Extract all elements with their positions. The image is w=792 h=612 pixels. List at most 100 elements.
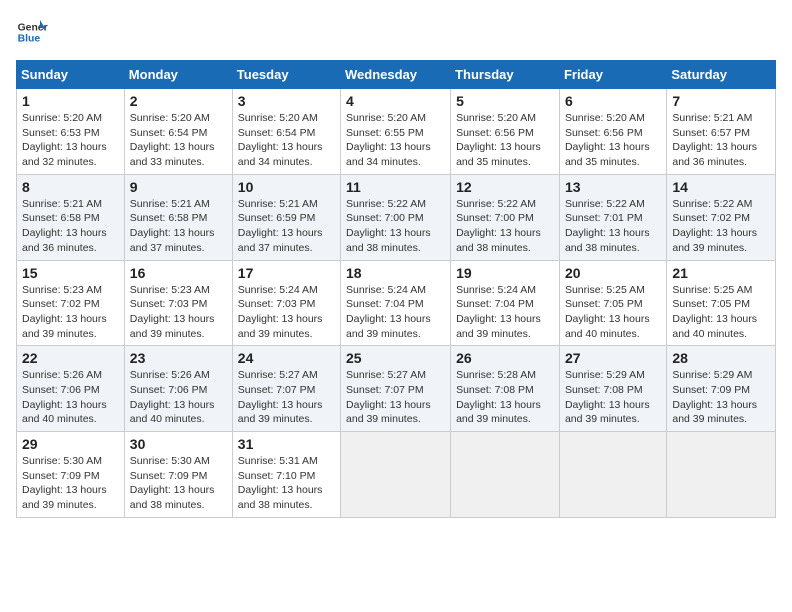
calendar-cell: 4Sunrise: 5:20 AMSunset: 6:55 PMDaylight… (341, 89, 451, 175)
day-info: Sunrise: 5:26 AMSunset: 7:06 PMDaylight:… (22, 368, 119, 427)
day-info: Sunrise: 5:20 AMSunset: 6:54 PMDaylight:… (238, 111, 335, 170)
day-info: Sunrise: 5:24 AMSunset: 7:04 PMDaylight:… (456, 283, 554, 342)
day-info: Sunrise: 5:20 AMSunset: 6:54 PMDaylight:… (130, 111, 227, 170)
day-info: Sunrise: 5:26 AMSunset: 7:06 PMDaylight:… (130, 368, 227, 427)
week-row-3: 15Sunrise: 5:23 AMSunset: 7:02 PMDayligh… (17, 260, 776, 346)
day-info: Sunrise: 5:21 AMSunset: 6:58 PMDaylight:… (22, 197, 119, 256)
calendar-cell (341, 432, 451, 518)
day-number: 12 (456, 179, 554, 195)
day-info: Sunrise: 5:30 AMSunset: 7:09 PMDaylight:… (130, 454, 227, 513)
calendar-cell: 25 Sunrise: 5:27 AMSunset: 7:07 PMDayligh… (341, 346, 451, 432)
day-number: 6 (565, 93, 661, 109)
day-number: 20 (565, 265, 661, 281)
day-number: 2 (130, 93, 227, 109)
calendar-cell: 23 Sunrise: 5:26 AMSunset: 7:06 PMDayligh… (124, 346, 232, 432)
svg-text:Blue: Blue (18, 34, 41, 45)
day-info: Sunrise: 5:20 AMSunset: 6:56 PMDaylight:… (565, 111, 661, 170)
calendar-cell: 28 Sunrise: 5:29 AMSunset: 7:09 PMDayligh… (667, 346, 776, 432)
day-number: 7 (672, 93, 770, 109)
calendar-cell: 22 Sunrise: 5:26 AMSunset: 7:06 PMDayligh… (17, 346, 125, 432)
week-row-4: 22 Sunrise: 5:26 AMSunset: 7:06 PMDayligh… (17, 346, 776, 432)
day-number: 24 (238, 350, 335, 366)
calendar-cell: 3 Sunrise: 5:20 AMSunset: 6:54 PMDaylight… (232, 89, 340, 175)
calendar-cell: 6 Sunrise: 5:20 AMSunset: 6:56 PMDaylight… (559, 89, 666, 175)
calendar-cell: 8 Sunrise: 5:21 AMSunset: 6:58 PMDaylight… (17, 174, 125, 260)
calendar-cell: 20 Sunrise: 5:25 AMSunset: 7:05 PMDayligh… (559, 260, 666, 346)
day-info: Sunrise: 5:28 AMSunset: 7:08 PMDaylight:… (456, 368, 554, 427)
weekday-header-row: SundayMondayTuesdayWednesdayThursdayFrid… (17, 61, 776, 89)
day-number: 10 (238, 179, 335, 195)
day-info: Sunrise: 5:22 AMSunset: 7:00 PMDaylight:… (456, 197, 554, 256)
day-info: Sunrise: 5:24 AMSunset: 7:04 PMDaylight:… (346, 283, 445, 342)
day-info: Sunrise: 5:29 AMSunset: 7:09 PMDaylight:… (672, 368, 770, 427)
day-info: Sunrise: 5:24 AMSunset: 7:03 PMDaylight:… (238, 283, 335, 342)
day-number: 4 (346, 93, 445, 109)
day-info: Sunrise: 5:31 AMSunset: 7:10 PMDaylight:… (238, 454, 335, 513)
day-number: 8 (22, 179, 119, 195)
day-number: 14 (672, 179, 770, 195)
calendar-cell: 19 Sunrise: 5:24 AMSunset: 7:04 PMDayligh… (451, 260, 560, 346)
day-number: 17 (238, 265, 335, 281)
calendar-cell: 14 Sunrise: 5:22 AMSunset: 7:02 PMDayligh… (667, 174, 776, 260)
day-number: 22 (22, 350, 119, 366)
calendar-cell: 15Sunrise: 5:23 AMSunset: 7:02 PMDayligh… (17, 260, 125, 346)
day-info: Sunrise: 5:27 AMSunset: 7:07 PMDaylight:… (346, 368, 445, 427)
day-info: Sunrise: 5:21 AMSunset: 6:58 PMDaylight:… (130, 197, 227, 256)
day-info: Sunrise: 5:25 AMSunset: 7:05 PMDaylight:… (565, 283, 661, 342)
weekday-header-friday: Friday (559, 61, 666, 89)
logo-icon: General Blue (16, 16, 48, 48)
day-info: Sunrise: 5:22 AMSunset: 7:00 PMDaylight:… (346, 197, 445, 256)
week-row-1: 1Sunrise: 5:20 AMSunset: 6:53 PMDaylight… (17, 89, 776, 175)
day-number: 23 (130, 350, 227, 366)
calendar-cell: 24 Sunrise: 5:27 AMSunset: 7:07 PMDayligh… (232, 346, 340, 432)
day-number: 3 (238, 93, 335, 109)
calendar-cell: 27Sunrise: 5:29 AMSunset: 7:08 PMDayligh… (559, 346, 666, 432)
weekday-header-saturday: Saturday (667, 61, 776, 89)
calendar-cell (451, 432, 560, 518)
day-number: 11 (346, 179, 445, 195)
day-number: 21 (672, 265, 770, 281)
day-info: Sunrise: 5:23 AMSunset: 7:02 PMDaylight:… (22, 283, 119, 342)
calendar-cell: 21 Sunrise: 5:25 AMSunset: 7:05 PMDayligh… (667, 260, 776, 346)
weekday-header-tuesday: Tuesday (232, 61, 340, 89)
calendar-cell: 18 Sunrise: 5:24 AMSunset: 7:04 PMDayligh… (341, 260, 451, 346)
calendar-cell (667, 432, 776, 518)
calendar-cell: 17 Sunrise: 5:24 AMSunset: 7:03 PMDayligh… (232, 260, 340, 346)
calendar-cell: 7 Sunrise: 5:21 AMSunset: 6:57 PMDaylight… (667, 89, 776, 175)
calendar-cell: 1Sunrise: 5:20 AMSunset: 6:53 PMDaylight… (17, 89, 125, 175)
day-info: Sunrise: 5:20 AMSunset: 6:56 PMDaylight:… (456, 111, 554, 170)
week-row-5: 29 Sunrise: 5:30 AMSunset: 7:09 PMDayligh… (17, 432, 776, 518)
calendar-cell: 26Sunrise: 5:28 AMSunset: 7:08 PMDayligh… (451, 346, 560, 432)
calendar-cell: 29Sunrise: 5:30 AMSunset: 7:09 PMDayligh… (17, 432, 125, 518)
day-number: 16 (130, 265, 227, 281)
day-number: 18 (346, 265, 445, 281)
calendar-cell: 13Sunrise: 5:22 AMSunset: 7:01 PMDayligh… (559, 174, 666, 260)
day-info: Sunrise: 5:21 AMSunset: 6:57 PMDaylight:… (672, 111, 770, 170)
day-info: Sunrise: 5:21 AMSunset: 6:59 PMDaylight:… (238, 197, 335, 256)
day-info: Sunrise: 5:22 AMSunset: 7:01 PMDaylight:… (565, 197, 661, 256)
calendar-cell: 5Sunrise: 5:20 AMSunset: 6:56 PMDaylight… (451, 89, 560, 175)
day-number: 25 (346, 350, 445, 366)
weekday-header-monday: Monday (124, 61, 232, 89)
day-number: 29 (22, 436, 119, 452)
day-info: Sunrise: 5:27 AMSunset: 7:07 PMDaylight:… (238, 368, 335, 427)
calendar-cell (559, 432, 666, 518)
day-info: Sunrise: 5:20 AMSunset: 6:53 PMDaylight:… (22, 111, 119, 170)
calendar-table: SundayMondayTuesdayWednesdayThursdayFrid… (16, 60, 776, 518)
day-info: Sunrise: 5:23 AMSunset: 7:03 PMDaylight:… (130, 283, 227, 342)
day-number: 30 (130, 436, 227, 452)
weekday-header-thursday: Thursday (451, 61, 560, 89)
day-number: 28 (672, 350, 770, 366)
weekday-header-sunday: Sunday (17, 61, 125, 89)
day-number: 9 (130, 179, 227, 195)
calendar-cell: 11 Sunrise: 5:22 AMSunset: 7:00 PMDayligh… (341, 174, 451, 260)
day-number: 31 (238, 436, 335, 452)
calendar-cell: 30 Sunrise: 5:30 AMSunset: 7:09 PMDayligh… (124, 432, 232, 518)
week-row-2: 8 Sunrise: 5:21 AMSunset: 6:58 PMDaylight… (17, 174, 776, 260)
calendar-cell: 9 Sunrise: 5:21 AMSunset: 6:58 PMDaylight… (124, 174, 232, 260)
calendar-cell: 10 Sunrise: 5:21 AMSunset: 6:59 PMDayligh… (232, 174, 340, 260)
day-info: Sunrise: 5:25 AMSunset: 7:05 PMDaylight:… (672, 283, 770, 342)
day-info: Sunrise: 5:22 AMSunset: 7:02 PMDaylight:… (672, 197, 770, 256)
day-number: 19 (456, 265, 554, 281)
weekday-header-wednesday: Wednesday (341, 61, 451, 89)
